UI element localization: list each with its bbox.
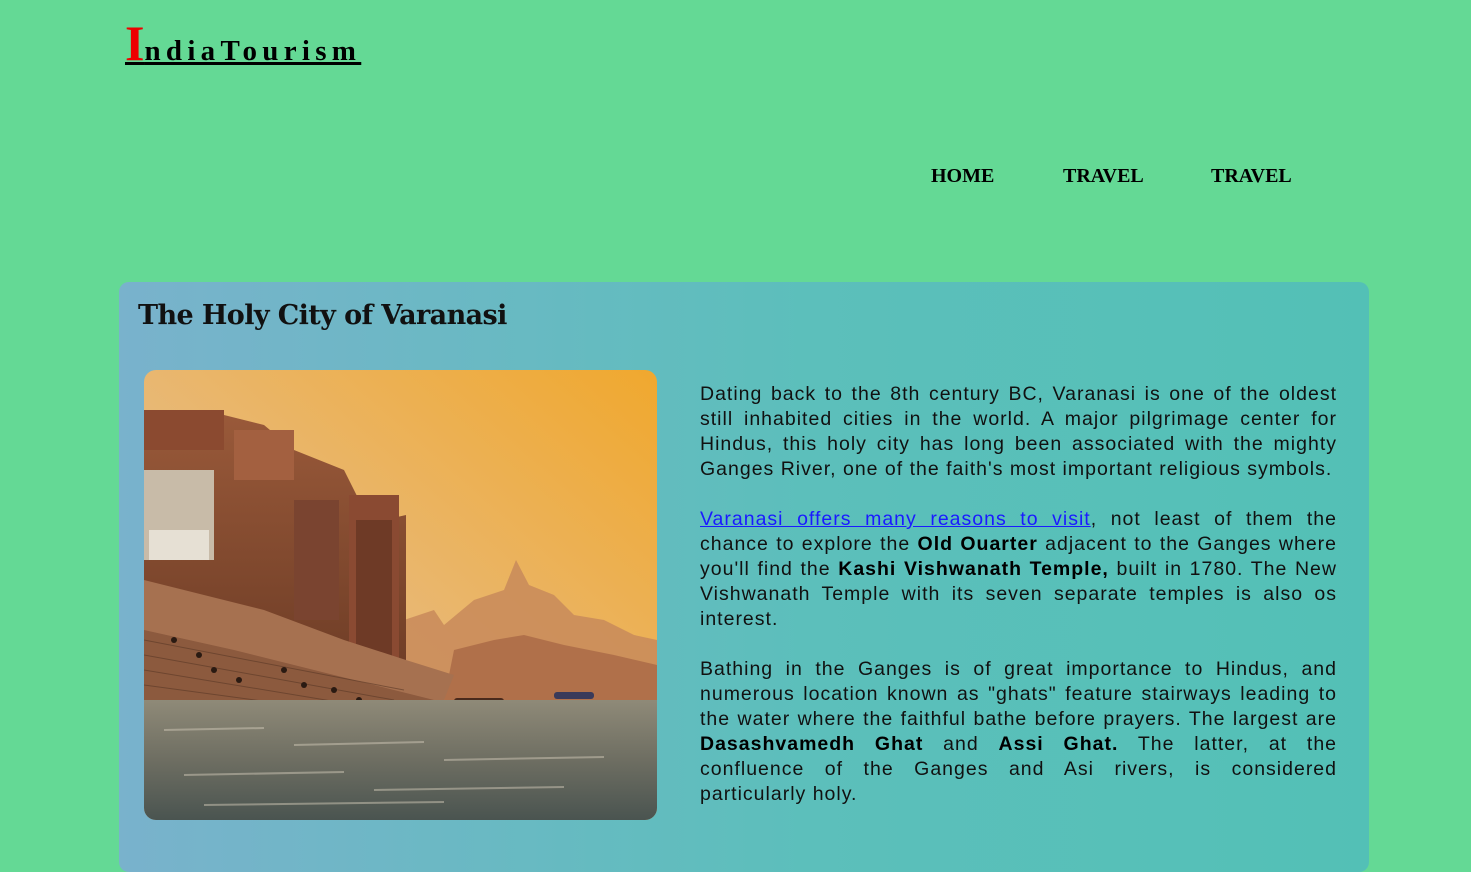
text-span: Bathing in the Ganges is of great import…	[700, 658, 1337, 730]
old-quarter-bold: Old Ouarter	[917, 533, 1038, 555]
nav-travel-link-2[interactable]: TRAVEL	[1211, 165, 1292, 188]
assi-ghat-bold: Assi Ghat.	[998, 733, 1119, 755]
varanasi-photo	[144, 370, 657, 820]
article-title: The Holy City of Varanasi	[138, 300, 507, 331]
text-span: and	[923, 733, 999, 755]
nav-home-link[interactable]: HOME	[931, 165, 994, 188]
nav-travel-link[interactable]: TRAVEL	[1063, 165, 1144, 188]
article-body: Dating back to the 8th century BC, Varan…	[700, 382, 1337, 832]
paragraph-1: Dating back to the 8th century BC, Varan…	[700, 383, 1337, 480]
dasashvamedh-ghat-bold: Dasashvamedh Ghat	[700, 733, 924, 755]
visit-reasons-link[interactable]: Varanasi offers many reasons to visit	[700, 508, 1091, 530]
article-card: The Holy City of Varanasi Dating back to…	[119, 282, 1369, 872]
main-nav: HOME TRAVEL TRAVEL	[0, 165, 1471, 195]
site-logo[interactable]: IndiaTourism	[125, 14, 361, 72]
paragraph-2: Varanasi offers many reasons to visit, n…	[700, 507, 1337, 632]
paragraph-3: Bathing in the Ganges is of great import…	[700, 657, 1337, 807]
kashi-temple-bold: Kashi Vishwanath Temple,	[838, 558, 1109, 580]
logo-text: ndiaTourism	[144, 35, 362, 67]
logo-initial: I	[125, 15, 145, 71]
